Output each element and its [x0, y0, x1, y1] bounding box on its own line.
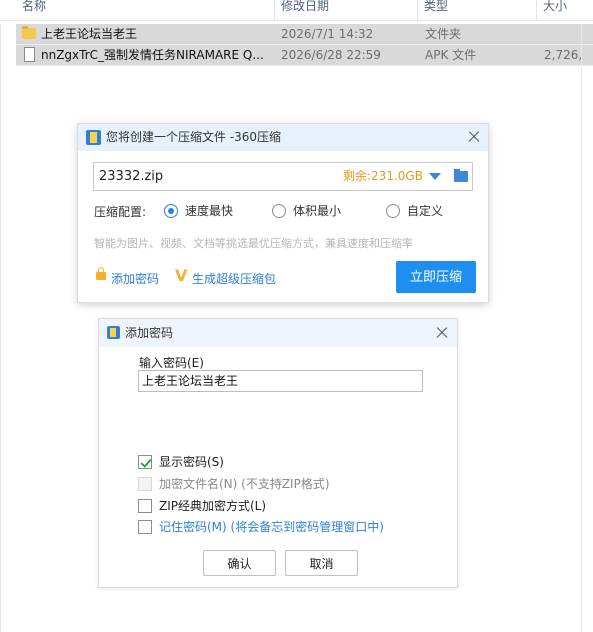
column-header-type[interactable]: 类型 — [418, 0, 537, 20]
password-dialog: 添加密码 输入密码(E) 上老王论坛当老王 显示密码(S) 加密文件名(N) (… — [98, 318, 458, 588]
column-header-name[interactable]: 名称 — [16, 0, 275, 20]
remaining-space: 剩余:231.0GB — [343, 169, 423, 183]
browse-folder-icon[interactable] — [454, 169, 468, 182]
radio-label: 自定义 — [407, 204, 444, 218]
checkbox-disabled-icon — [138, 477, 152, 491]
close-icon[interactable] — [434, 325, 450, 341]
file-name: nnZgxTrC_强制发情任务NIRAMARE Q... — [41, 48, 264, 62]
close-icon[interactable] — [466, 129, 482, 145]
pane-border-left — [0, 24, 1, 632]
password-dialog-titlebar[interactable]: 添加密码 — [99, 319, 457, 347]
compress-config-label: 压缩配置: — [94, 205, 147, 219]
archive-path-field[interactable]: 23332.zip 剩余:231.0GB — [93, 162, 473, 191]
folder-icon — [22, 26, 36, 39]
file-row[interactable]: nnZgxTrC_强制发情任务NIRAMARE Q... 2026/6/28 2… — [16, 45, 593, 66]
checkbox-label: 加密文件名(N) (不支持ZIP格式) — [159, 477, 330, 491]
column-header-size[interactable]: 大小 — [537, 0, 593, 20]
checkbox-checked-icon — [138, 455, 152, 469]
compress-hint: 智能为图片、视频、文档等挑选最优压缩方式，兼具速度和压缩率 — [94, 237, 413, 250]
file-size: 2,726, — [544, 48, 583, 62]
archive-app-icon — [86, 130, 101, 145]
file-row[interactable]: 上老王论坛当老王 2026/7/1 14:32 文件夹 — [16, 24, 593, 45]
file-date: 2026/6/28 22:59 — [281, 48, 381, 62]
radio-label: 体积最小 — [293, 204, 342, 218]
password-dialog-title: 添加密码 — [125, 326, 174, 340]
file-date: 2026/7/1 14:32 — [281, 27, 374, 41]
ok-button[interactable]: 确认 — [203, 550, 276, 576]
archive-filename[interactable]: 23332.zip — [99, 163, 163, 190]
compress-dialog: 您将创建一个压缩文件 -360压缩 23332.zip 剩余:231.0GB 压… — [77, 123, 489, 303]
password-input-label: 输入密码(E) — [139, 356, 204, 370]
pane-border-right — [581, 24, 582, 632]
compress-dialog-title: 您将创建一个压缩文件 -360压缩 — [106, 130, 282, 144]
chevron-down-icon[interactable] — [429, 173, 441, 180]
password-input[interactable]: 上老王论坛当老王 — [138, 370, 423, 392]
checkbox-label: ZIP经典加密方式(L) — [159, 499, 267, 513]
file-type: APK 文件 — [425, 48, 477, 62]
checkbox-label: 记住密码(M) (将会备忘到密码管理窗口中) — [159, 520, 384, 534]
radio-unselected-icon — [386, 204, 400, 218]
column-header-date[interactable]: 修改日期 — [275, 0, 418, 20]
checkbox-label: 显示密码(S) — [159, 455, 224, 469]
file-icon — [24, 47, 35, 62]
compress-dialog-titlebar[interactable]: 您将创建一个压缩文件 -360压缩 — [78, 124, 488, 151]
file-size — [544, 24, 593, 44]
file-name: 上老王论坛当老王 — [41, 27, 138, 41]
file-type: 文件夹 — [425, 27, 462, 41]
radio-selected-icon — [164, 204, 178, 218]
column-header-bar: 名称 修改日期 类型 大小 — [0, 0, 593, 21]
super-package-icon: V — [175, 266, 188, 285]
cancel-button[interactable]: 取消 — [285, 550, 358, 576]
radio-label: 速度最快 — [185, 204, 234, 218]
checkbox-unchecked-icon — [138, 520, 152, 534]
compress-now-button[interactable]: 立即压缩 — [396, 261, 476, 293]
add-password-link[interactable]: 添加密码 — [111, 270, 159, 287]
super-package-link[interactable]: 生成超级压缩包 — [192, 270, 276, 287]
lock-icon — [96, 267, 106, 280]
checkbox-unchecked-icon — [138, 499, 152, 513]
radio-unselected-icon — [272, 204, 286, 218]
archive-app-icon — [107, 326, 120, 339]
